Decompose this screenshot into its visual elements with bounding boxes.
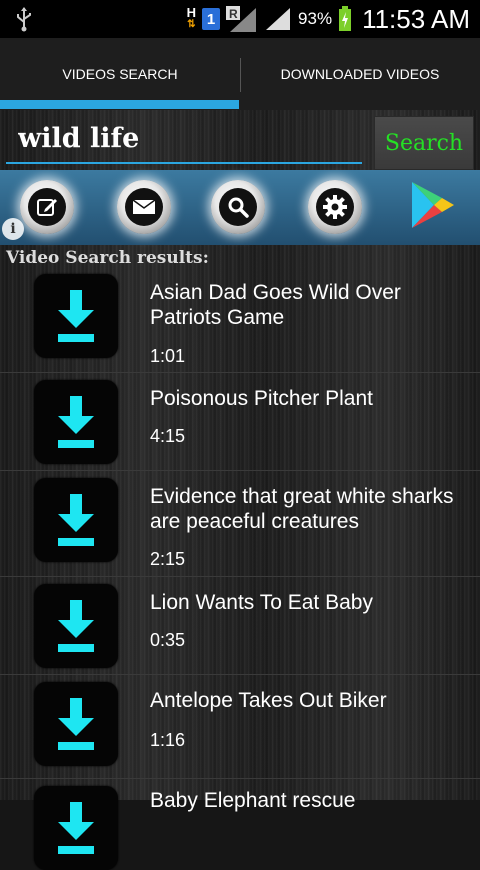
results-label: Video Search results:: [6, 248, 209, 268]
battery-charging-icon: [339, 6, 352, 31]
download-button[interactable]: [34, 274, 118, 358]
svg-text:R: R: [229, 7, 238, 21]
mail-button[interactable]: [117, 180, 171, 234]
battery-percent: 93%: [298, 9, 333, 28]
data-arrows-icon: ⇅: [187, 19, 196, 30]
list-item[interactable]: Lion Wants To Eat Baby 0:35: [0, 576, 480, 675]
download-button[interactable]: [34, 682, 118, 766]
video-duration: 4:15: [150, 426, 186, 446]
signal-r-icon: R: [226, 6, 257, 32]
network-indicator: H ⇅: [186, 5, 197, 30]
download-icon: [58, 494, 94, 546]
video-title: Poisonous Pitcher Plant: [150, 387, 373, 410]
search-button[interactable]: Search: [374, 116, 474, 170]
settings-icon: [323, 195, 347, 219]
download-icon: [58, 600, 94, 652]
search-input[interactable]: [6, 116, 362, 160]
active-tab-indicator: [0, 100, 239, 109]
status-bar: H ⇅ 1 R 93% 11:53 AM: [0, 0, 480, 38]
usb-icon: [17, 7, 31, 32]
video-duration: 0:35: [150, 630, 186, 650]
mail-icon: [132, 199, 156, 214]
video-title: Evidence that great white sharks are pea…: [150, 485, 454, 533]
video-duration: 1:16: [150, 730, 186, 750]
tab-downloaded-videos[interactable]: DOWNLOADED VIDEOS: [240, 38, 480, 110]
download-icon: [58, 698, 94, 750]
edit-icon: [37, 199, 57, 216]
download-icon: [58, 802, 94, 854]
video-duration: 1:01: [150, 346, 186, 366]
list-item[interactable]: Poisonous Pitcher Plant 4:15: [0, 372, 480, 471]
download-button[interactable]: [34, 584, 118, 668]
download-button[interactable]: [34, 380, 118, 464]
video-title: Asian Dad Goes Wild Over Patriots Game: [150, 281, 401, 329]
video-title: Antelope Takes Out Biker: [150, 689, 387, 712]
search-toolbar-button[interactable]: [211, 180, 265, 234]
signal-strength-icon: [266, 8, 291, 30]
info-icon[interactable]: i: [2, 218, 24, 240]
edit-button[interactable]: [20, 180, 74, 234]
play-store-icon[interactable]: [408, 180, 458, 230]
list-item[interactable]: Baby Elephant rescue: [0, 778, 480, 870]
video-title: Baby Elephant rescue: [150, 789, 356, 812]
list-item[interactable]: Antelope Takes Out Biker 1:16: [0, 674, 480, 779]
list-item[interactable]: Evidence that great white sharks are pea…: [0, 470, 480, 577]
download-button[interactable]: [34, 478, 118, 562]
video-title: Lion Wants To Eat Baby: [150, 591, 373, 614]
video-duration: 2:15: [150, 549, 186, 569]
search-icon: [228, 197, 249, 218]
list-item[interactable]: Asian Dad Goes Wild Over Patriots Game 1…: [0, 270, 480, 373]
clock: 11:53 AM: [362, 3, 470, 34]
sim-icon: 1: [202, 8, 221, 30]
download-icon: [58, 396, 94, 448]
download-button[interactable]: [34, 786, 118, 870]
download-icon: [58, 290, 94, 342]
settings-button[interactable]: [308, 180, 362, 234]
search-field[interactable]: [6, 116, 362, 164]
